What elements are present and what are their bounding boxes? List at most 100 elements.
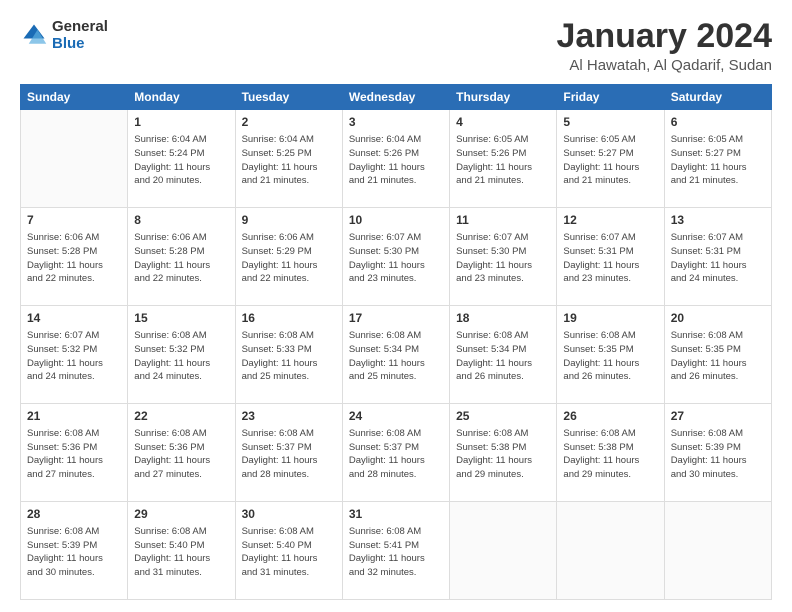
table-row [664, 502, 771, 600]
calendar-week-row: 28 Sunrise: 6:08 AMSunset: 5:39 PMDayligh… [21, 502, 772, 600]
day-number: 23 [242, 408, 336, 425]
day-info: Sunrise: 6:08 AMSunset: 5:39 PMDaylight:… [671, 427, 765, 482]
day-number: 24 [349, 408, 443, 425]
table-row: 1 Sunrise: 6:04 AMSunset: 5:24 PMDaylight… [128, 110, 235, 208]
calendar-subtitle: Al Hawatah, Al Qadarif, Sudan [557, 57, 773, 74]
day-info: Sunrise: 6:04 AMSunset: 5:24 PMDaylight:… [134, 133, 228, 188]
day-info: Sunrise: 6:04 AMSunset: 5:26 PMDaylight:… [349, 133, 443, 188]
calendar-header-row: Sunday Monday Tuesday Wednesday Thursday… [21, 85, 772, 110]
day-number: 22 [134, 408, 228, 425]
day-info: Sunrise: 6:06 AMSunset: 5:28 PMDaylight:… [134, 231, 228, 286]
table-row: 31Sunrise: 6:08 AMSunset: 5:41 PMDayligh… [342, 502, 449, 600]
day-number: 5 [563, 114, 657, 131]
table-row: 19Sunrise: 6:08 AMSunset: 5:35 PMDayligh… [557, 306, 664, 404]
day-number: 17 [349, 310, 443, 327]
col-saturday: Saturday [664, 85, 771, 110]
day-number: 30 [242, 506, 336, 523]
table-row: 27 Sunrise: 6:08 AMSunset: 5:39 PMDayligh… [664, 404, 771, 502]
page: General Blue January 2024 Al Hawatah, Al… [0, 0, 792, 612]
calendar-title: January 2024 [557, 18, 773, 55]
table-row: 24 Sunrise: 6:08 AMSunset: 5:37 PMDayligh… [342, 404, 449, 502]
day-info: Sunrise: 6:05 AMSunset: 5:27 PMDaylight:… [563, 133, 657, 188]
table-row: 6 Sunrise: 6:05 AMSunset: 5:27 PMDaylight… [664, 110, 771, 208]
day-info: Sunrise: 6:07 AMSunset: 5:32 PMDaylight:… [27, 329, 121, 384]
col-sunday: Sunday [21, 85, 128, 110]
day-info: Sunrise: 6:08 AMSunset: 5:41 PMDaylight:… [349, 525, 443, 580]
day-number: 21 [27, 408, 121, 425]
table-row: 20Sunrise: 6:08 AMSunset: 5:35 PMDayligh… [664, 306, 771, 404]
calendar-week-row: 7 Sunrise: 6:06 AMSunset: 5:28 PMDaylight… [21, 208, 772, 306]
day-info: Sunrise: 6:08 AMSunset: 5:39 PMDaylight:… [27, 525, 121, 580]
day-info: Sunrise: 6:05 AMSunset: 5:27 PMDaylight:… [671, 133, 765, 188]
table-row: 7 Sunrise: 6:06 AMSunset: 5:28 PMDaylight… [21, 208, 128, 306]
col-monday: Monday [128, 85, 235, 110]
table-row [557, 502, 664, 600]
table-row: 14 Sunrise: 6:07 AMSunset: 5:32 PMDayligh… [21, 306, 128, 404]
day-info: Sunrise: 6:06 AMSunset: 5:28 PMDaylight:… [27, 231, 121, 286]
day-info: Sunrise: 6:08 AMSunset: 5:36 PMDaylight:… [27, 427, 121, 482]
table-row: 11Sunrise: 6:07 AMSunset: 5:30 PMDayligh… [450, 208, 557, 306]
day-info: Sunrise: 6:05 AMSunset: 5:26 PMDaylight:… [456, 133, 550, 188]
day-number: 28 [27, 506, 121, 523]
day-number: 13 [671, 212, 765, 229]
table-row: 26 Sunrise: 6:08 AMSunset: 5:38 PMDayligh… [557, 404, 664, 502]
table-row: 15 Sunrise: 6:08 AMSunset: 5:32 PMDayligh… [128, 306, 235, 404]
table-row: 30Sunrise: 6:08 AMSunset: 5:40 PMDayligh… [235, 502, 342, 600]
day-number: 25 [456, 408, 550, 425]
day-number: 26 [563, 408, 657, 425]
table-row [21, 110, 128, 208]
day-number: 27 [671, 408, 765, 425]
day-number: 11 [456, 212, 550, 229]
table-row: 25 Sunrise: 6:08 AMSunset: 5:38 PMDayligh… [450, 404, 557, 502]
header: General Blue January 2024 Al Hawatah, Al… [20, 18, 772, 74]
table-row: 28 Sunrise: 6:08 AMSunset: 5:39 PMDayligh… [21, 502, 128, 600]
day-info: Sunrise: 6:08 AMSunset: 5:34 PMDaylight:… [349, 329, 443, 384]
day-number: 4 [456, 114, 550, 131]
col-friday: Friday [557, 85, 664, 110]
day-number: 8 [134, 212, 228, 229]
day-info: Sunrise: 6:08 AMSunset: 5:37 PMDaylight:… [242, 427, 336, 482]
day-info: Sunrise: 6:07 AMSunset: 5:31 PMDaylight:… [671, 231, 765, 286]
col-tuesday: Tuesday [235, 85, 342, 110]
logo-blue-text: Blue [52, 35, 85, 52]
day-number: 7 [27, 212, 121, 229]
title-block: January 2024 Al Hawatah, Al Qadarif, Sud… [557, 18, 773, 74]
col-wednesday: Wednesday [342, 85, 449, 110]
day-number: 15 [134, 310, 228, 327]
day-info: Sunrise: 6:08 AMSunset: 5:32 PMDaylight:… [134, 329, 228, 384]
day-number: 14 [27, 310, 121, 327]
day-number: 1 [134, 114, 228, 131]
day-number: 2 [242, 114, 336, 131]
day-number: 12 [563, 212, 657, 229]
day-info: Sunrise: 6:08 AMSunset: 5:38 PMDaylight:… [563, 427, 657, 482]
table-row: 29Sunrise: 6:08 AMSunset: 5:40 PMDayligh… [128, 502, 235, 600]
table-row: 21 Sunrise: 6:08 AMSunset: 5:36 PMDayligh… [21, 404, 128, 502]
day-number: 6 [671, 114, 765, 131]
table-row: 8 Sunrise: 6:06 AMSunset: 5:28 PMDaylight… [128, 208, 235, 306]
table-row: 18 Sunrise: 6:08 AMSunset: 5:34 PMDayligh… [450, 306, 557, 404]
table-row: 22Sunrise: 6:08 AMSunset: 5:36 PMDayligh… [128, 404, 235, 502]
day-info: Sunrise: 6:08 AMSunset: 5:37 PMDaylight:… [349, 427, 443, 482]
calendar-week-row: 14 Sunrise: 6:07 AMSunset: 5:32 PMDayligh… [21, 306, 772, 404]
day-number: 3 [349, 114, 443, 131]
day-number: 9 [242, 212, 336, 229]
day-number: 19 [563, 310, 657, 327]
day-info: Sunrise: 6:07 AMSunset: 5:31 PMDaylight:… [563, 231, 657, 286]
table-row: 2 Sunrise: 6:04 AMSunset: 5:25 PMDaylight… [235, 110, 342, 208]
col-thursday: Thursday [450, 85, 557, 110]
table-row: 16Sunrise: 6:08 AMSunset: 5:33 PMDayligh… [235, 306, 342, 404]
table-row: 4 Sunrise: 6:05 AMSunset: 5:26 PMDaylight… [450, 110, 557, 208]
logo-general-text: General [52, 18, 108, 35]
day-info: Sunrise: 6:07 AMSunset: 5:30 PMDaylight:… [349, 231, 443, 286]
day-info: Sunrise: 6:08 AMSunset: 5:34 PMDaylight:… [456, 329, 550, 384]
table-row: 5 Sunrise: 6:05 AMSunset: 5:27 PMDaylight… [557, 110, 664, 208]
day-info: Sunrise: 6:08 AMSunset: 5:38 PMDaylight:… [456, 427, 550, 482]
logo-icon [20, 21, 48, 49]
table-row: 3 Sunrise: 6:04 AMSunset: 5:26 PMDaylight… [342, 110, 449, 208]
day-info: Sunrise: 6:04 AMSunset: 5:25 PMDaylight:… [242, 133, 336, 188]
calendar-table: Sunday Monday Tuesday Wednesday Thursday… [20, 84, 772, 600]
table-row: 12 Sunrise: 6:07 AMSunset: 5:31 PMDayligh… [557, 208, 664, 306]
logo: General Blue [20, 18, 108, 53]
day-number: 10 [349, 212, 443, 229]
day-number: 18 [456, 310, 550, 327]
